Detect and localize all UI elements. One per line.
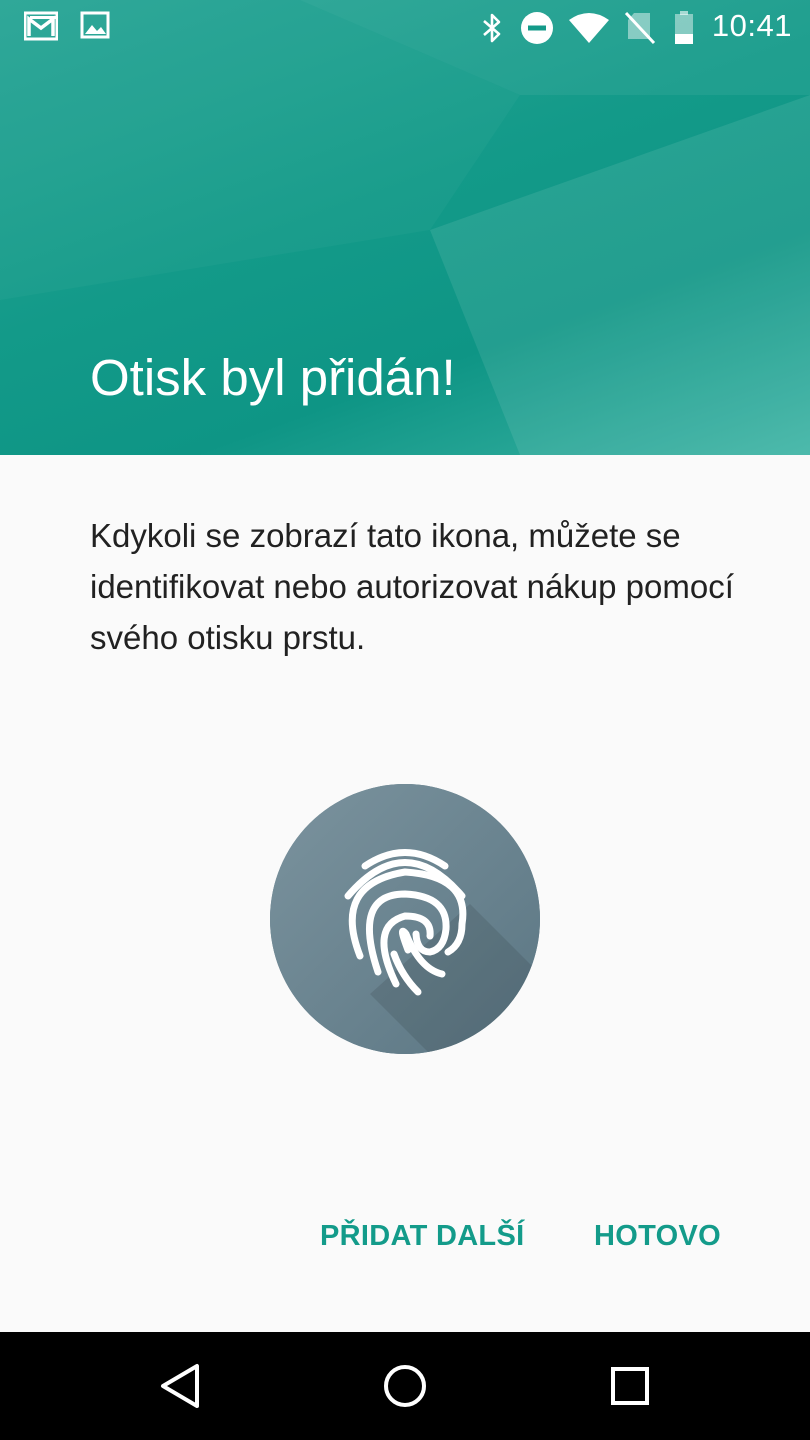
back-icon[interactable]	[125, 1332, 235, 1440]
status-time: 10:41	[711, 8, 792, 43]
recents-icon[interactable]	[575, 1332, 685, 1440]
status-bar: 10:41	[0, 0, 810, 56]
description-text: Kdykoli se zobrazí tato ikona, můžete se…	[90, 517, 734, 656]
gmail-icon	[23, 10, 59, 47]
no-sim-icon	[624, 11, 656, 50]
add-another-button[interactable]: PŘIDAT DALŠÍ	[314, 1208, 530, 1264]
bluetooth-icon	[480, 12, 504, 49]
header: 10:41 Otisk byl přidán!	[0, 0, 810, 455]
home-icon[interactable]	[350, 1332, 460, 1440]
do-not-disturb-icon	[520, 11, 554, 50]
fingerprint-icon	[270, 784, 540, 1054]
battery-icon	[672, 10, 696, 51]
done-button[interactable]: HOTOVO	[588, 1208, 727, 1264]
navigation-bar	[0, 1332, 810, 1440]
fingerprint-badge	[270, 784, 540, 1054]
gallery-icon	[80, 10, 110, 45]
page-title: Otisk byl přidán!	[90, 349, 456, 406]
wifi-icon	[568, 12, 610, 49]
